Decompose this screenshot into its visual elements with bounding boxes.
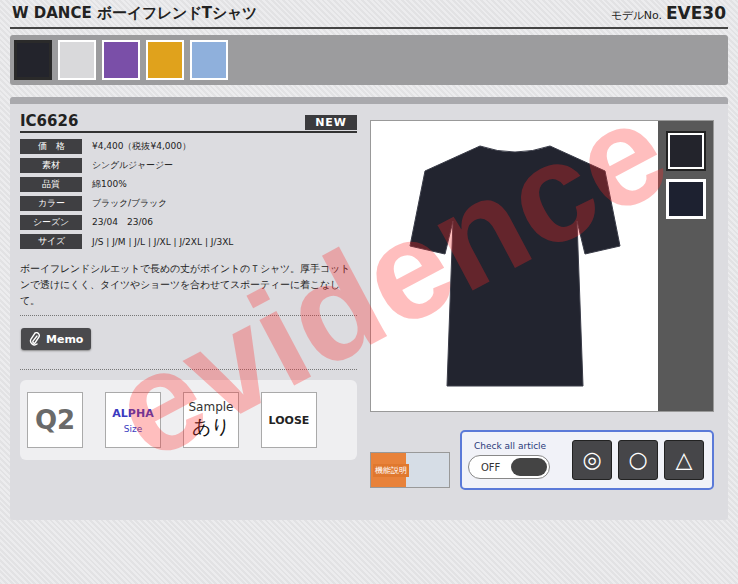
toggle-label: OFF xyxy=(481,462,500,473)
new-badge: NEW xyxy=(305,115,357,130)
memo-label: Memo xyxy=(46,333,83,346)
product-title: W DANCE ボーイフレンドTシャツ xyxy=(12,4,257,23)
spec-row: 素材シングルジャージー xyxy=(20,158,357,173)
feature-text: Sample xyxy=(189,400,234,414)
model-label: モデルNo. xyxy=(611,8,662,23)
feature-card: Q2 xyxy=(27,392,83,448)
panel-top-bar xyxy=(10,97,728,104)
watermark: evidence xyxy=(22,40,738,520)
model-number: モデルNo. EVE30 xyxy=(611,3,726,23)
function-label: 機能説明 xyxy=(373,464,409,477)
spec-row: シーズン 23/04 23/06 xyxy=(20,215,357,230)
toggle-knob xyxy=(511,458,547,476)
spec-value: ブラック/ブラック xyxy=(92,197,167,210)
feature-card: ALPHA Size xyxy=(105,392,161,448)
spec-value: シングルジャージー xyxy=(92,159,173,172)
header: W DANCE ボーイフレンドTシャツ モデルNo. EVE30 xyxy=(10,0,728,29)
paperclip-icon xyxy=(29,332,41,346)
memo-button[interactable]: Memo xyxy=(21,328,91,350)
feature-text: Q2 xyxy=(35,405,75,435)
check-all-label: Check all article xyxy=(468,441,550,451)
spec-label: サイズ xyxy=(20,234,82,249)
divider xyxy=(20,369,357,370)
spec-label: カラー xyxy=(20,196,82,211)
feature-text: あり xyxy=(192,414,230,440)
tshirt-icon xyxy=(405,136,625,396)
spec-label: 素材 xyxy=(20,158,82,173)
spec-table: 価 格¥4,400（税抜¥4,000）素材シングルジャージー品質綿100%カラー… xyxy=(20,139,357,249)
gallery-thumbnail[interactable] xyxy=(666,131,706,171)
product-page: W DANCE ボーイフレンドTシャツ モデルNo. EVE30 IC6626 NEW 価… xyxy=(0,0,738,584)
feature-card: LOOSE xyxy=(261,392,317,448)
color-swatch[interactable] xyxy=(102,40,140,80)
color-swatch[interactable] xyxy=(14,40,52,80)
gallery-column: 機能説明 Check all article OFF ◎○△ xyxy=(370,112,714,490)
product-panel: IC6626NEW価 格¥4,400（税抜¥4,000）素材シングルジャージー品… xyxy=(10,97,728,520)
product-image xyxy=(371,121,658,411)
spec-value: J/S | J/M | J/L | J/XL | J/2XL | J/3XL xyxy=(92,237,233,247)
feature-box: Q2 ALPHA Size Sampleあり LOOSE xyxy=(20,380,357,460)
mark-button[interactable]: △ xyxy=(664,440,704,480)
thumbnail-column xyxy=(658,121,713,411)
function-button[interactable]: 機能説明 xyxy=(370,452,450,488)
image-viewer xyxy=(370,120,714,412)
feature-text: ALPHA xyxy=(112,407,153,420)
check-all-box: Check all article OFF ◎○△ xyxy=(460,430,714,490)
color-swatch[interactable] xyxy=(58,40,96,80)
gallery-thumbnail[interactable] xyxy=(666,179,706,219)
model-value: EVE30 xyxy=(666,3,726,23)
spec-row: カラーブラック/ブラック xyxy=(20,196,357,211)
spec-row: 価 格 ¥4,400（税抜¥4,000） xyxy=(20,139,357,154)
color-swatch-bar xyxy=(10,35,728,85)
mark-button[interactable]: ○ xyxy=(618,440,658,480)
spec-label: 価 格 xyxy=(20,139,82,154)
product-info: IC6626NEW価 格¥4,400（税抜¥4,000）素材シングルジャージー品… xyxy=(20,112,357,490)
spec-label: シーズン xyxy=(20,215,82,230)
spec-value: ¥4,400（税抜¥4,000） xyxy=(92,140,191,153)
color-swatch[interactable] xyxy=(146,40,184,80)
feature-text: LOOSE xyxy=(269,414,310,427)
product-code: IC6626 xyxy=(20,112,78,130)
feature-card: Sampleあり xyxy=(183,392,239,448)
check-all-toggle[interactable]: OFF xyxy=(468,455,550,479)
spec-row: サイズ J/S | J/M | J/L | J/XL | J/2XL | J/3X… xyxy=(20,234,357,249)
spec-value: 23/04 23/06 xyxy=(92,216,153,229)
feature-text: Size xyxy=(124,424,142,434)
divider xyxy=(20,315,357,316)
product-description: ボーイフレンドシルエットで長めの丈がポイントのＴシャツ。厚手コットンで透けにくく… xyxy=(20,261,357,309)
spec-label: 品質 xyxy=(20,177,82,192)
color-swatch[interactable] xyxy=(190,40,228,80)
product-code-row: IC6626 NEW xyxy=(20,112,357,133)
spec-value: 綿100% xyxy=(92,178,127,191)
spec-row: 品質綿100% xyxy=(20,177,357,192)
mark-button[interactable]: ◎ xyxy=(572,440,612,480)
